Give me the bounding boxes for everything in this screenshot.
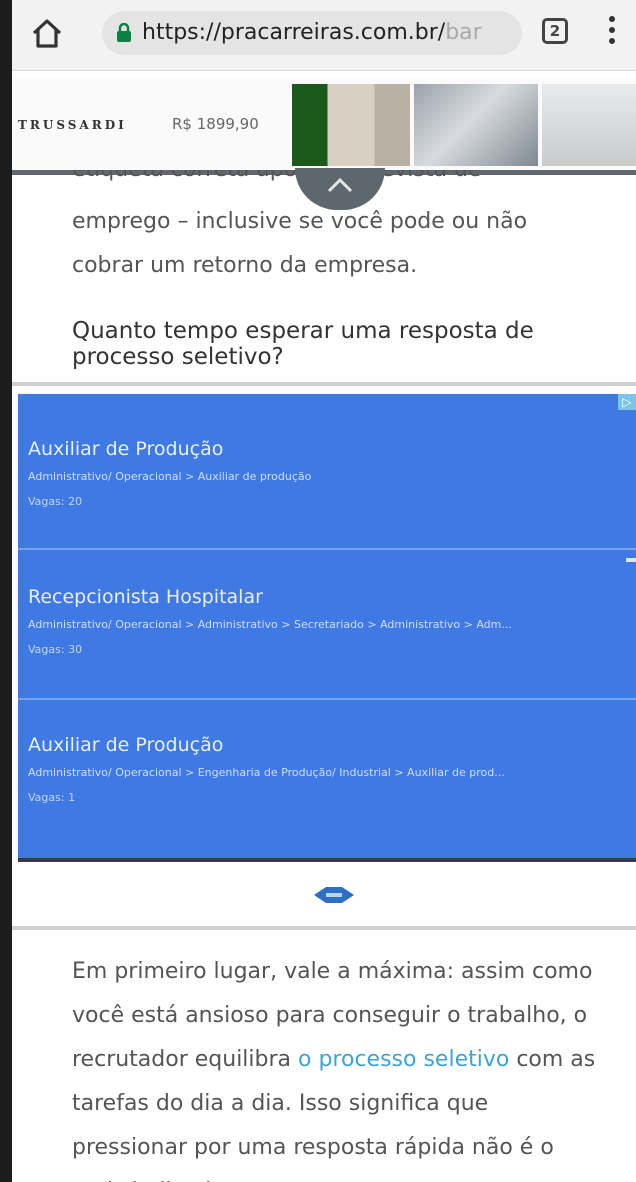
divider — [12, 926, 636, 930]
job-title[interactable]: Recepcionista Hospitalar — [28, 586, 628, 608]
job-vacancies: Vagas: 1 — [28, 791, 76, 804]
url-path: bar — [445, 20, 482, 45]
address-bar[interactable]: https://pracarreiras.com.br/bar — [102, 11, 522, 55]
job-item[interactable]: Recepcionista Hospitalar Administrativo/… — [28, 586, 628, 656]
job-category: Administrativo/ Operacional > Engenharia… — [28, 766, 505, 779]
overflow-menu-icon[interactable] — [608, 16, 616, 50]
ad-product-image[interactable] — [542, 84, 636, 166]
adchoices-icon[interactable]: ▷ — [618, 394, 636, 410]
processo-seletivo-link[interactable]: o processo seletivo — [298, 1047, 509, 1072]
job-item[interactable]: Auxiliar de Produção Administrativo/ Ope… — [28, 438, 628, 508]
job-vacancies: Vagas: 20 — [28, 495, 83, 508]
job-separator — [18, 548, 636, 550]
tab-switcher-icon[interactable]: 2 — [542, 18, 568, 44]
job-title[interactable]: Auxiliar de Produção — [28, 438, 628, 460]
ad-product-image[interactable] — [292, 84, 410, 166]
article-paragraph: Em primeiro lugar, vale a máxima: assim … — [72, 950, 602, 1182]
url-host: https://pracarreiras.com.br/ — [142, 20, 446, 45]
phone-screen: https://pracarreiras.com.br/bar 2 TRUSSA… — [12, 0, 636, 1182]
partial-line: etiqueta correta após a entrevista de — [72, 170, 481, 182]
ad-logo-icon[interactable] — [312, 884, 356, 906]
job-vacancies: Vagas: 30 — [28, 643, 83, 656]
browser-toolbar: https://pracarreiras.com.br/bar 2 — [12, 0, 636, 71]
url-text: https://pracarreiras.com.br/bar — [142, 20, 482, 45]
job-separator — [18, 698, 636, 700]
top-ad-banner[interactable]: TRUSSARDI R$ 1899,90 — [12, 78, 636, 175]
chevron-up-icon — [327, 177, 353, 193]
home-icon[interactable] — [30, 16, 64, 50]
paragraph-line: cobrar um retorno da empresa. — [72, 253, 418, 278]
ad-product-image[interactable] — [414, 84, 538, 166]
job-category: Administrativo/ Operacional > Auxiliar d… — [28, 470, 312, 483]
job-title[interactable]: Auxiliar de Produção — [28, 734, 628, 756]
section-heading: Quanto tempo esperar uma resposta de pro… — [72, 318, 534, 370]
ad-brand: TRUSSARDI — [18, 118, 127, 132]
scroll-indicator — [626, 558, 636, 562]
tab-count: 2 — [549, 22, 561, 40]
job-item[interactable]: Auxiliar de Produção Administrativo/ Ope… — [28, 734, 628, 804]
ad-price: R$ 1899,90 — [172, 115, 259, 133]
divider — [12, 382, 636, 386]
job-category: Administrativo/ Operacional > Administra… — [28, 618, 512, 631]
lock-icon — [117, 23, 131, 42]
job-listing-ad[interactable]: ▷ Auxiliar de Produção Administrativo/ O… — [18, 394, 636, 862]
